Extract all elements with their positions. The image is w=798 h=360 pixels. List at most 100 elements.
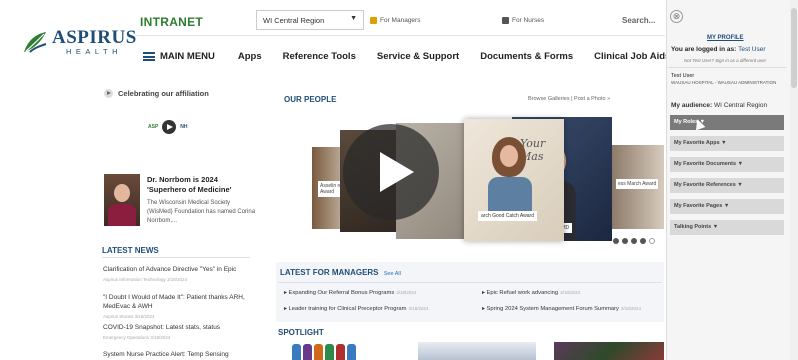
carousel-dot[interactable]	[631, 238, 637, 244]
spotlight-image[interactable]	[284, 342, 400, 360]
manager-item-date: 3/18/2024	[408, 306, 429, 311]
news-item[interactable]: COVID-19 Snapshot: Latest stats, status …	[103, 323, 253, 342]
manager-item[interactable]: ▸ Leader training for Clinical Preceptor…	[284, 306, 429, 312]
spotlight-image[interactable]	[554, 342, 664, 360]
nav-reference-tools[interactable]: Reference Tools	[283, 51, 356, 62]
my-roles-button[interactable]: My Roles ▼	[670, 115, 784, 130]
news-item[interactable]: Clarification of Advance Directive "Yes"…	[103, 265, 253, 284]
norrbom-photo[interactable]	[104, 174, 140, 226]
main-nav: MAIN MENU Apps Reference Tools Service &…	[143, 51, 691, 62]
carousel-caption: ess March Award	[616, 179, 659, 189]
switch-user-link[interactable]: Not Test User? Sign in as a different us…	[684, 58, 766, 63]
manager-icon	[370, 17, 377, 24]
nav-service-support[interactable]: Service & Support	[377, 51, 459, 62]
spotlight-heading: SPOTLIGHT	[278, 328, 324, 337]
for-nurses-label: For Nurses	[512, 17, 545, 24]
see-all-link[interactable]: See All	[384, 271, 401, 277]
news-meta: Aspirus Stories 3/18/2024	[103, 314, 155, 319]
aspirus-leaf-icon	[22, 30, 48, 54]
for-managers-link[interactable]: For Managers	[370, 17, 420, 24]
managers-heading: LATEST FOR MANAGERS	[280, 268, 379, 277]
region-value: WI Central Region	[263, 16, 325, 25]
my-favorite-documents-button[interactable]: My Favorite Documents ▼	[670, 157, 784, 172]
carousel-dot[interactable]	[640, 238, 646, 244]
nav-clinical-job-aids[interactable]: Clinical Job Aids	[594, 51, 670, 62]
affiliation-label: Celebrating our affiliation	[118, 89, 209, 98]
manager-item-date: 3/18/2024	[620, 306, 641, 311]
hamburger-icon	[143, 52, 155, 61]
region-select[interactable]: WI Central Region ▼	[256, 10, 364, 30]
my-favorite-apps-button[interactable]: My Favorite Apps ▼	[670, 136, 784, 151]
news-title: Clarification of Advance Directive "Yes"…	[103, 266, 237, 273]
my-favorite-pages-button[interactable]: My Favorite Pages ▼	[670, 199, 784, 214]
logged-in-user: Test User	[738, 46, 766, 53]
panel-divider	[668, 67, 786, 68]
news-item[interactable]: "I Doubt I Would of Made It": Patient th…	[103, 293, 253, 321]
nav-apps[interactable]: Apps	[238, 51, 262, 62]
close-icon[interactable]: ⊗	[670, 10, 683, 23]
audience-label: My audience:	[671, 102, 713, 109]
carousel-card-active[interactable]: Your Mas arch Good Catch Award	[464, 119, 564, 241]
carousel-dots	[613, 238, 655, 244]
carousel-card[interactable]: ess March Award	[612, 145, 664, 229]
managers-divider	[278, 282, 662, 283]
user-department: WAUSAU HOSPITAL - WAUSAU ADMINISTRATION	[671, 80, 777, 85]
news-divider	[102, 257, 250, 258]
chevron-down-icon: ▼	[350, 15, 357, 22]
manager-item[interactable]: ▸ Expanding Our Referral Bonus Programs 3…	[284, 290, 416, 296]
manager-item-title: Expanding Our Referral Bonus Programs	[288, 290, 395, 296]
news-item[interactable]: System Nurse Practice Alert: Temp Sensin…	[103, 350, 253, 359]
video-play-icon[interactable]	[343, 124, 439, 220]
manager-item-date: 3/18/2024	[396, 290, 417, 295]
manager-item[interactable]: ▸ Spring 2024 System Management Forum Su…	[482, 306, 641, 312]
card-script-text: Your Mas	[520, 137, 546, 163]
aspirus-mini-logo-icon: ASP	[148, 124, 159, 130]
partner-mini-logo-icon: NH	[180, 124, 188, 130]
nav-documents-forms[interactable]: Documents & Forms	[480, 51, 573, 62]
spotlight-image[interactable]	[418, 342, 536, 360]
our-people-heading: OUR PEOPLE	[284, 95, 337, 104]
carousel-dot[interactable]	[613, 238, 619, 244]
news-title: System Nurse Practice Alert: Temp Sensin…	[103, 351, 229, 358]
news-meta: Aspirus Information Technology 3/18/2024	[103, 277, 187, 282]
carousel-caption: arch Good Catch Award	[478, 211, 537, 221]
play-circle-icon	[104, 89, 113, 98]
latest-news-heading: LATEST NEWS	[102, 246, 159, 255]
main-menu-label: MAIN MENU	[160, 51, 215, 62]
manager-item-title: Leader training for Clinical Preceptor P…	[288, 306, 407, 312]
news-meta: Emergency Operations 3/18/2024	[103, 335, 171, 340]
my-favorite-references-button[interactable]: My Favorite References ▼	[670, 178, 784, 193]
manager-item-date: 3/18/2024	[560, 290, 581, 295]
talking-points-button[interactable]: Talking Points ▼	[670, 220, 784, 235]
nurse-icon	[502, 17, 509, 24]
audience-line: My audience: WI Central Region	[671, 102, 767, 109]
search-input[interactable]: Search...	[614, 8, 664, 32]
manager-item[interactable]: ▸ Epic Refuel work advancing 3/18/2024	[482, 290, 580, 296]
brand-sub: HEALTH	[66, 47, 123, 56]
main-menu-button[interactable]: MAIN MENU	[143, 51, 215, 62]
audience-value: WI Central Region	[714, 102, 768, 109]
my-profile-link[interactable]: MY PROFILE	[707, 35, 744, 41]
panel-scroll-thumb[interactable]	[791, 8, 797, 88]
feature-desc: The Wisconsin Medical Society (WisMed) F…	[147, 200, 256, 224]
intranet-label: INTRANET	[140, 15, 204, 29]
carousel-dot[interactable]	[622, 238, 628, 244]
logged-in-label: You are logged in as:	[671, 46, 737, 53]
play-icon	[162, 120, 177, 134]
news-title: COVID-19 Snapshot: Latest stats, status	[103, 324, 221, 331]
for-nurses-link[interactable]: For Nurses	[502, 17, 544, 24]
logged-in-line: You are logged in as: Test User	[671, 46, 766, 53]
user-name: Test User	[671, 73, 695, 79]
manager-item-title: Spring 2024 System Management Forum Summ…	[486, 306, 619, 312]
manager-item-title: Epic Refuel work advancing	[486, 290, 559, 296]
browse-galleries-link[interactable]: Browse Galleries | Post a Photo »	[528, 96, 610, 102]
news-title: "I Doubt I Would of Made It": Patient th…	[103, 294, 245, 310]
carousel-dot[interactable]	[649, 238, 655, 244]
affiliation-video[interactable]: ASP NH	[148, 120, 188, 134]
aspirus-logo[interactable]: ASPIRUS HEALTH	[22, 28, 137, 56]
affiliation-link[interactable]: Celebrating our affiliation	[104, 89, 209, 98]
feature-title[interactable]: Dr. Norrbom is 2024 'Superhero of Medici…	[147, 175, 257, 195]
top-divider	[135, 35, 665, 36]
brand-name: ASPIRUS	[52, 27, 137, 48]
latest-for-managers: LATEST FOR MANAGERS See All ▸ Expanding …	[276, 262, 664, 322]
